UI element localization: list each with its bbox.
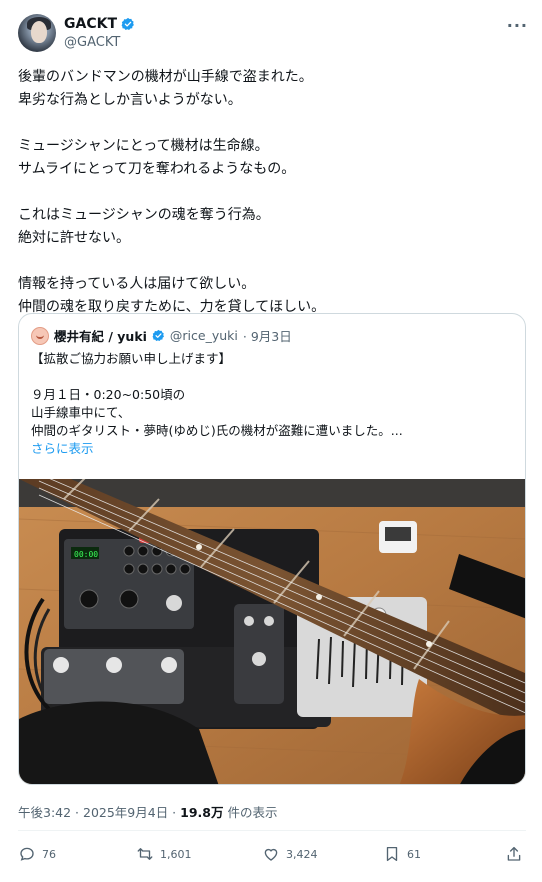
tweet-paragraph: 後輩のバンドマンの機材が山手線で盗まれた。 卑劣な行為としか言いようがない。 [18, 66, 524, 112]
like-icon [264, 848, 278, 861]
bookmark-icon [386, 846, 398, 862]
reply-count: 76 [42, 847, 56, 861]
quoted-line: 山手線車中にて、 [31, 405, 131, 420]
reply-button[interactable]: 76 [18, 845, 56, 863]
tweet-line: 卑劣な行為としか言いようがない。 [18, 92, 242, 108]
quoted-tweet-header: 櫻井有紀 / yuki @rice_yuki · 9月3日 [31, 326, 292, 345]
bookmark-count: 61 [407, 847, 421, 861]
quoted-line: 仲間のギタリスト・夢時(ゆめじ)氏の機材が盗難に遭いました。... [31, 423, 403, 438]
tweet-header: GACKT @GACKT ··· [18, 14, 528, 54]
svg-text:00:00: 00:00 [74, 550, 98, 559]
quoted-author-handle: @rice_yuki [169, 328, 238, 343]
verified-badge-icon [152, 329, 164, 342]
quoted-tweet-text: 【拡散ご協力お願い申し上げます】 ９月１日・0:20~0:50頃の 山手線車中に… [31, 350, 517, 458]
like-button[interactable]: 3,424 [262, 845, 318, 863]
like-count: 3,424 [286, 847, 318, 861]
tweet-line: 絶対に許せない。 [18, 230, 130, 246]
share-icon [507, 846, 521, 861]
tweet-line: 後輩のバンドマンの機材が山手線で盗まれた。 [18, 69, 313, 85]
tweet-actions: 76 1,601 3,424 61 [18, 845, 526, 869]
author-name-row: GACKT [64, 16, 135, 32]
reply-icon [20, 847, 34, 861]
tweet-paragraph: これはミュージシャンの魂を奪う行為。 絶対に許せない。 [18, 204, 524, 250]
timestamp[interactable]: 午後3:42 · 2025年9月4日 · [18, 805, 180, 820]
tweet-line: ミュージシャンにとって機材は生命線。 [18, 138, 269, 154]
quoted-author-avatar [31, 326, 49, 345]
more-icon[interactable]: ··· [507, 16, 528, 35]
author-avatar[interactable] [18, 14, 56, 52]
bookmark-button[interactable]: 61 [383, 845, 421, 863]
tweet-meta: 午後3:42 · 2025年9月4日 · 19.8万 件の表示 [18, 802, 277, 821]
quoted-line: 【拡散ご協力お願い申し上げます】 [31, 351, 232, 366]
tweet-line: 情報を持っている人は届けて欲しい。 [18, 276, 256, 292]
author-name[interactable]: GACKT [64, 16, 117, 32]
quoted-date: · 9月3日 [242, 329, 292, 344]
tweet-text: 後輩のバンドマンの機材が山手線で盗まれた。 卑劣な行為としか言いようがない。 ミ… [18, 66, 524, 319]
repost-icon [137, 848, 153, 860]
divider [18, 830, 526, 831]
verified-badge-icon [121, 17, 134, 30]
view-count: 19.8万 [180, 805, 224, 820]
tweet-line: これはミュージシャンの魂を奪う行為。 [18, 207, 270, 223]
show-more-link[interactable]: さらに表示 [31, 440, 517, 458]
share-button[interactable] [505, 845, 523, 863]
quoted-author-name: 櫻井有紀 / yuki [54, 329, 147, 344]
quoted-tweet-photo[interactable]: 00:00 [19, 479, 526, 785]
tweet-line: サムライにとって刀を奪われるようなもの。 [18, 161, 296, 177]
quoted-tweet[interactable]: 櫻井有紀 / yuki @rice_yuki · 9月3日 【拡散ご協力お願い申… [18, 313, 526, 785]
views-label: 件の表示 [223, 805, 278, 820]
quoted-line: ９月１日・0:20~0:50頃の [31, 387, 186, 402]
tweet-paragraph: ミュージシャンにとって機材は生命線。 サムライにとって刀を奪われるようなもの。 [18, 135, 524, 181]
repost-count: 1,601 [160, 847, 192, 861]
repost-button[interactable]: 1,601 [136, 845, 192, 863]
author-handle[interactable]: @GACKT [64, 35, 120, 50]
